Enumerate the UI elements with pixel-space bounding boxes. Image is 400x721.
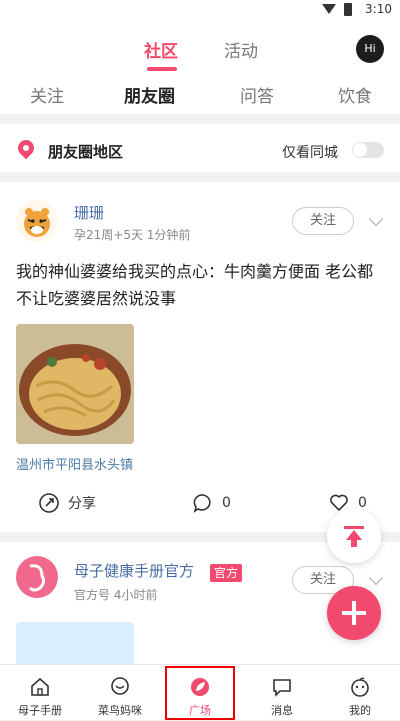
scroll-to-top-button[interactable]: [327, 509, 381, 563]
top-header: 社区 活动 Hi: [0, 20, 400, 78]
nav-item-handbook[interactable]: 母子手册: [0, 665, 80, 721]
chevron-down-icon[interactable]: [368, 211, 384, 227]
battery-icon: [344, 3, 352, 16]
wifi-icon: [322, 4, 336, 14]
nav-item-profile[interactable]: 我的: [320, 665, 400, 721]
comment-count: 0: [222, 495, 231, 511]
post-author[interactable]: 母子健康手册官方: [74, 560, 194, 581]
location-pin-icon: [14, 136, 38, 160]
share-icon: [39, 493, 59, 513]
leaf-icon: [191, 678, 209, 696]
nav-item-square[interactable]: 广场: [164, 665, 236, 721]
post-text: 我的神仙婆婆给我买的点心：牛肉羹方便面 老公都不让吃婆婆居然说没事: [16, 262, 374, 308]
arrow-up-icon: [344, 526, 364, 547]
official-badge: 官方: [210, 564, 243, 582]
comment-button[interactable]: 0: [192, 492, 231, 514]
nav-item-messages[interactable]: 消息: [242, 665, 322, 721]
chevron-down-icon[interactable]: [368, 570, 384, 586]
nav-label: 广场: [189, 704, 211, 717]
nav-item-newbie-mom[interactable]: 菜鸟妈咪: [80, 665, 160, 721]
home-icon: [31, 677, 49, 696]
status-time: 3:10: [365, 2, 392, 16]
share-label: 分享: [68, 496, 96, 512]
avatar[interactable]: [16, 200, 58, 242]
tab-activity[interactable]: 活动: [224, 37, 258, 62]
subtab-qa[interactable]: 问答: [240, 82, 274, 107]
plus-icon: [342, 601, 366, 625]
nav-label: 我的: [349, 704, 371, 717]
profile-icon: [351, 677, 369, 697]
bottom-nav: 母子手册 菜鸟妈咪 广场 消息 我的: [0, 664, 400, 720]
subtab-moments[interactable]: 朋友圈: [124, 82, 175, 107]
message-icon: [273, 679, 291, 697]
post-card[interactable]: 珊珊 孕21周+5天 1分钟前 关注 我的神仙婆婆给我买的点心：牛肉羹方便面 老…: [0, 182, 400, 532]
post-meta: 孕21周+5天 1分钟前: [74, 228, 191, 242]
nav-label: 消息: [271, 704, 293, 717]
post-author[interactable]: 珊珊: [74, 202, 104, 223]
active-tab-indicator: [147, 67, 177, 71]
region-label: 朋友圈地区: [48, 143, 124, 161]
sub-tabs: 关注 朋友圈 问答 饮食: [0, 78, 400, 114]
post-meta: 官方号 4小时前: [74, 588, 158, 602]
tab-community[interactable]: 社区: [144, 37, 178, 62]
nav-label: 母子手册: [18, 704, 62, 717]
subtab-following[interactable]: 关注: [30, 82, 64, 107]
status-bar: 3:10: [0, 0, 400, 20]
follow-button[interactable]: 关注: [292, 207, 354, 235]
same-city-label: 仅看同城: [282, 145, 338, 161]
post-image[interactable]: [16, 324, 134, 444]
nav-label: 菜鸟妈咪: [98, 704, 142, 717]
share-button[interactable]: 分享: [38, 492, 96, 514]
create-post-button[interactable]: [327, 586, 381, 640]
region-bar: 朋友圈地区 仅看同城: [0, 124, 400, 172]
post-location[interactable]: 温州市平阳县水头镇: [16, 454, 133, 473]
comment-icon: [193, 494, 211, 513]
avatar-button[interactable]: Hi: [356, 35, 384, 63]
post-image[interactable]: [16, 622, 134, 670]
chat-bubble-icon: [111, 677, 129, 695]
avatar[interactable]: [16, 556, 58, 598]
same-city-toggle[interactable]: [352, 142, 384, 158]
subtab-diet[interactable]: 饮食: [338, 82, 372, 107]
